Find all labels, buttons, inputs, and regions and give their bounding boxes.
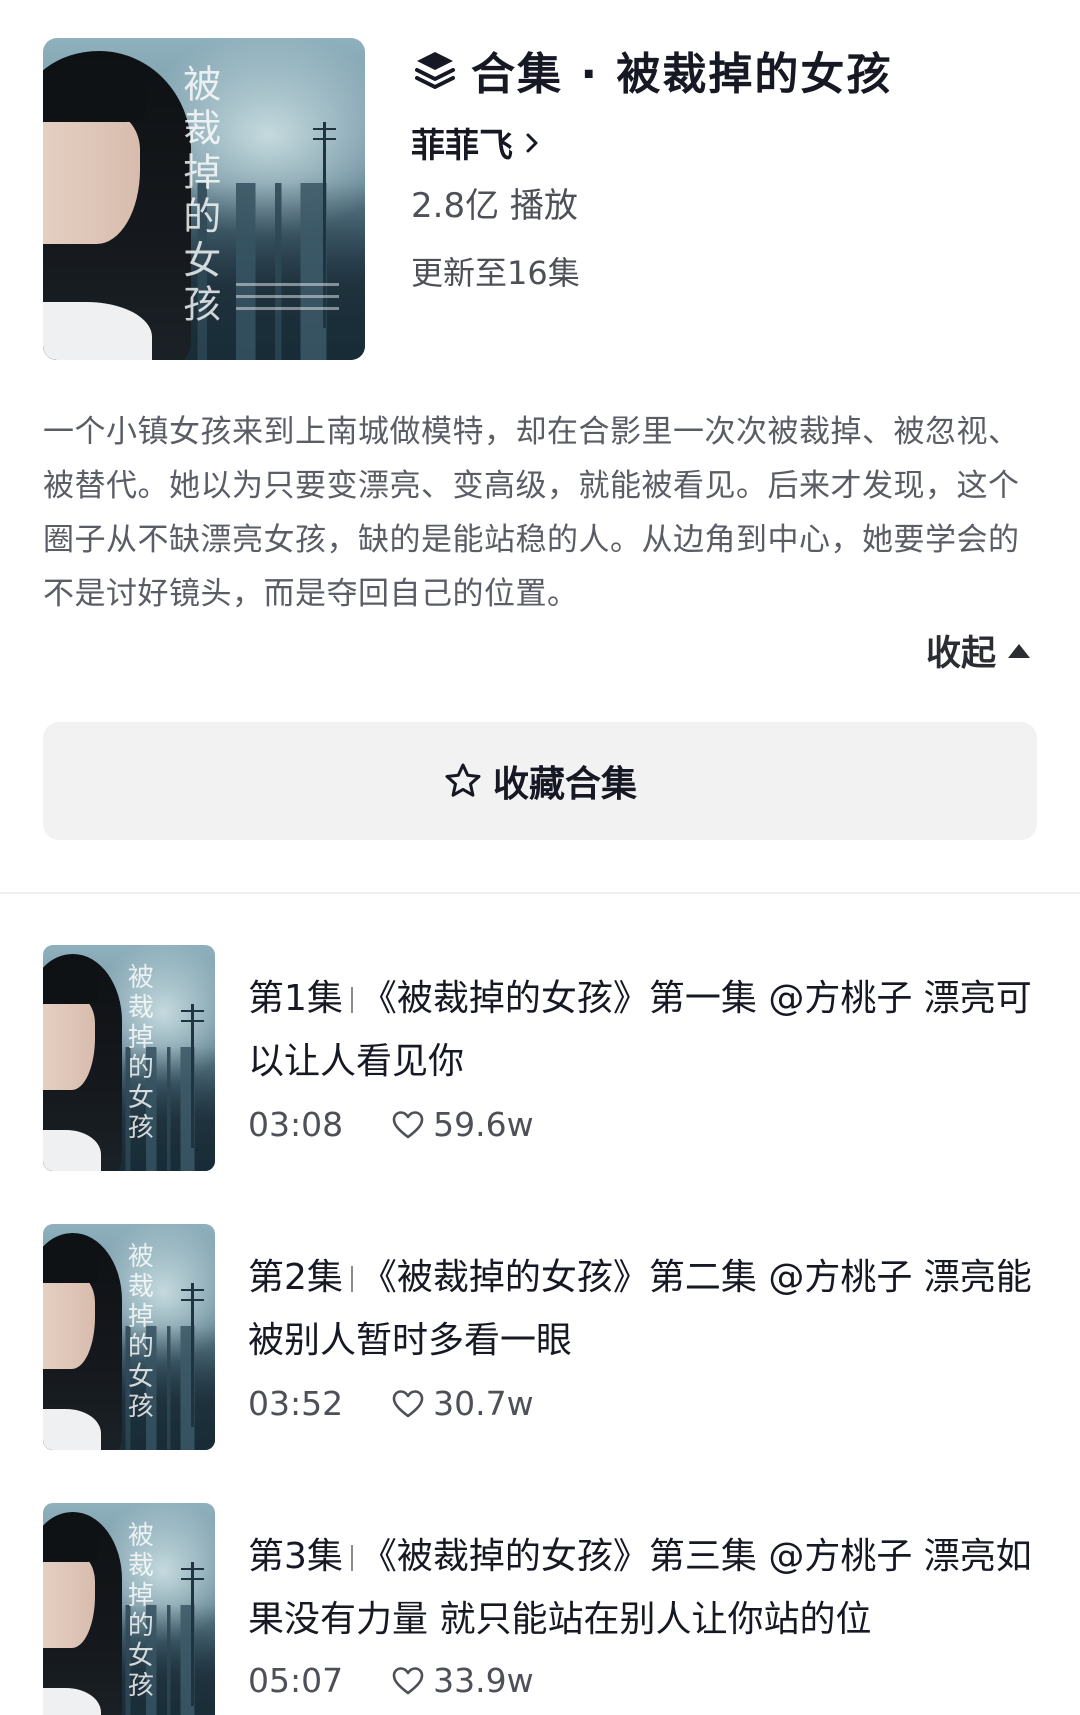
author-name: 菲菲飞 (411, 126, 513, 166)
layers-icon (415, 52, 455, 89)
section-divider (0, 892, 1080, 894)
episode-duration: 03:52 (248, 1384, 344, 1423)
heart-outline-icon (392, 1110, 424, 1138)
episode-title-text: 《被裁掉的女孩》第二集 @方桃子 漂亮能被别人暂时多看一眼 (248, 1257, 1032, 1361)
chevron-right-icon (526, 133, 538, 152)
episode-thumbnail: 被裁掉的女孩 (43, 1224, 215, 1450)
episode-title: 第2集 《被裁掉的女孩》第二集 @方桃子 漂亮能被别人暂时多看一眼 (248, 1246, 1048, 1372)
episode-thumbnail: 被裁掉的女孩 (43, 945, 215, 1171)
episode-likes: 33.9w (433, 1661, 534, 1700)
collection-title: 合集 · 被裁掉的女孩 (411, 40, 892, 100)
triangle-up-icon (1008, 643, 1030, 658)
episode-thumbnail: 被裁掉的女孩 (43, 1503, 215, 1715)
episode-item[interactable]: 被裁掉的女孩 第1集 《被裁掉的女孩》第一集 @方桃子 漂亮可以让人看见你 03:… (0, 945, 1080, 1185)
favorite-collection-button[interactable]: 收藏合集 (43, 722, 1037, 840)
cover-title-text: 被裁掉的女孩 (176, 63, 221, 328)
episode-likes: 30.7w (433, 1384, 534, 1423)
episode-title-text: 《被裁掉的女孩》第一集 @方桃子 漂亮可以让人看见你 (248, 978, 1032, 1082)
episode-item[interactable]: 被裁掉的女孩 第3集 《被裁掉的女孩》第三集 @方桃子 漂亮如果没有力量 就只能站… (0, 1503, 1080, 1715)
episode-number: 第1集 (248, 978, 343, 1019)
play-count: 2.8亿 播放 (411, 186, 578, 226)
update-status: 更新至16集 (411, 254, 580, 292)
collection-title-text: 合集 · 被裁掉的女孩 (471, 49, 893, 100)
episode-title: 第1集 《被裁掉的女孩》第一集 @方桃子 漂亮可以让人看见你 (248, 967, 1048, 1093)
star-outline-icon (445, 763, 481, 797)
episode-title: 第3集 《被裁掉的女孩》第三集 @方桃子 漂亮如果没有力量 就只能站在别人让你站的… (248, 1525, 1048, 1651)
episode-meta: 03:08 59.6w (248, 1105, 534, 1144)
episode-duration: 03:08 (248, 1105, 344, 1144)
episode-likes: 59.6w (433, 1105, 534, 1144)
heart-outline-icon (392, 1389, 424, 1417)
collection-cover[interactable]: 被裁掉的女孩 (43, 38, 365, 360)
favorite-label: 收藏合集 (492, 764, 637, 805)
episode-item[interactable]: 被裁掉的女孩 第2集 《被裁掉的女孩》第二集 @方桃子 漂亮能被别人暂时多看一眼 … (0, 1224, 1080, 1464)
author-link[interactable]: 菲菲飞 (411, 118, 543, 167)
episode-title-text: 《被裁掉的女孩》第三集 @方桃子 漂亮如果没有力量 就只能站在别人让你站的位 (248, 1536, 1032, 1640)
episode-number: 第3集 (248, 1536, 343, 1577)
episode-meta: 03:52 30.7w (248, 1384, 534, 1423)
collapse-button[interactable]: 收起 (926, 625, 1030, 676)
collapse-label: 收起 (925, 634, 996, 674)
episode-duration: 05:07 (248, 1661, 344, 1700)
collection-description: 一个小镇女孩来到上南城做模特，却在合影里一次次被裁掉、被忽视、被替代。她以为只要… (43, 414, 1020, 612)
episode-number: 第2集 (248, 1257, 343, 1298)
episode-meta: 05:07 33.9w (248, 1661, 534, 1700)
heart-outline-icon (392, 1666, 424, 1694)
